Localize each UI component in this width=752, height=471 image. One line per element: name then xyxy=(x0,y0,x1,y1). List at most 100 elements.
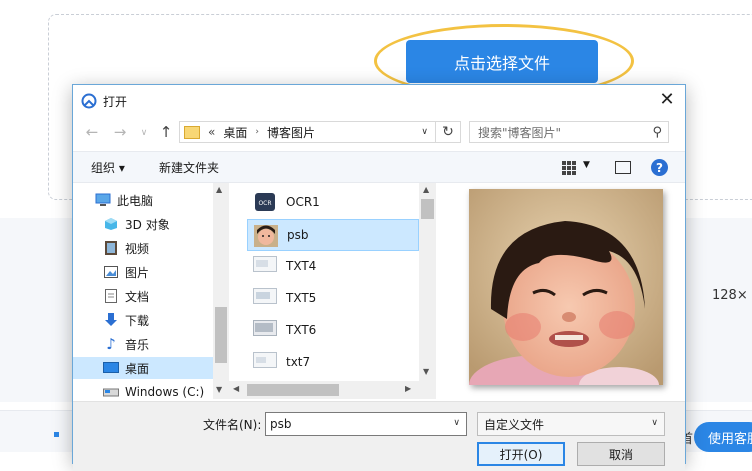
nav-item-music[interactable]: ♪ 音乐 xyxy=(73,333,213,355)
nav-item-windows-c[interactable]: Windows (C:) xyxy=(73,381,213,399)
file-item-txt6[interactable]: TXT6 xyxy=(247,315,417,345)
dialog-app-icon xyxy=(81,93,97,109)
file-name: OCR1 xyxy=(286,195,320,209)
scroll-right-icon[interactable]: ▶ xyxy=(405,384,411,393)
chevron-down-icon[interactable]: ∨ xyxy=(453,418,460,428)
file-name: txt7 xyxy=(286,355,311,369)
chevron-down-icon[interactable]: ∨ xyxy=(651,418,658,428)
3d-objects-icon xyxy=(103,216,119,232)
computer-icon xyxy=(95,192,111,208)
download-icon xyxy=(103,312,119,328)
desktop-icon xyxy=(103,360,119,376)
nav-item-3d-objects[interactable]: 3D 对象 xyxy=(73,213,213,235)
open-file-dialog: 打开 ✕ ← → ∨ ↑ « 桌面 › 博客图片 ∨ ↻ 搜索"博客图片" ⚲ … xyxy=(72,84,686,471)
nav-item-this-pc[interactable]: 此电脑 xyxy=(73,189,213,211)
file-name: psb xyxy=(287,228,309,242)
ocr-thumb-icon: OCR xyxy=(253,192,277,212)
scrollbar-corner xyxy=(419,381,436,399)
file-list-horizontal-scrollbar[interactable]: ◀ ▶ xyxy=(229,381,419,399)
filename-value: psb xyxy=(270,417,292,431)
view-dropdown-icon[interactable]: ▼ xyxy=(583,160,590,170)
scroll-thumb[interactable] xyxy=(421,199,434,219)
nav-item-downloads[interactable]: 下载 xyxy=(73,309,213,331)
nav-item-label: Windows (C:) xyxy=(125,385,205,399)
music-icon: ♪ xyxy=(106,335,116,353)
scroll-down-icon[interactable]: ▼ xyxy=(216,385,222,394)
nav-item-label: 视频 xyxy=(125,241,150,256)
documents-icon xyxy=(103,288,119,304)
pictures-icon xyxy=(103,264,119,280)
file-list: OCR OCR1 psb TXT4 TXT5 TXT6 txt7 xyxy=(243,183,437,399)
breadcrumb-blog-images[interactable]: 博客图片 xyxy=(267,124,315,141)
address-dropdown-icon[interactable]: ∨ xyxy=(421,127,428,137)
folder-icon xyxy=(184,125,200,139)
forward-arrow-icon[interactable]: → xyxy=(111,123,129,141)
nav-item-label: 音乐 xyxy=(125,337,150,352)
breadcrumb-overflow[interactable]: « xyxy=(208,125,215,139)
search-icon: ⚲ xyxy=(652,125,662,140)
file-item-txt5[interactable]: TXT5 xyxy=(247,283,417,313)
preview-image xyxy=(469,189,663,385)
file-name: TXT5 xyxy=(286,291,317,305)
up-arrow-icon[interactable]: ↑ xyxy=(157,123,175,141)
nav-item-desktop[interactable]: 桌面 xyxy=(73,357,213,379)
dialog-title: 打开 xyxy=(103,95,128,109)
scroll-thumb[interactable] xyxy=(247,384,339,396)
organize-button[interactable]: 组织 ▾ xyxy=(91,159,125,176)
filename-input[interactable]: psb ∨ xyxy=(265,412,467,436)
nav-scrollbar[interactable]: ▲ ▼ xyxy=(213,183,229,399)
nav-item-label: 下载 xyxy=(125,313,150,328)
preview-pane-icon[interactable] xyxy=(615,161,631,174)
scroll-down-icon[interactable]: ▼ xyxy=(423,367,429,376)
nav-item-label: 桌面 xyxy=(125,361,150,376)
image-thumb-icon xyxy=(253,352,277,372)
help-icon[interactable]: ? xyxy=(651,159,668,176)
scroll-up-icon[interactable]: ▲ xyxy=(216,185,222,194)
image-thumb-icon xyxy=(253,256,277,276)
search-input[interactable]: 搜索"博客图片" ⚲ xyxy=(469,121,669,143)
drive-icon xyxy=(103,384,119,399)
filename-label: 文件名(N): xyxy=(203,418,262,432)
back-arrow-icon[interactable]: ← xyxy=(83,123,101,141)
scroll-thumb[interactable] xyxy=(215,307,227,363)
nav-item-label: 图片 xyxy=(125,265,150,280)
command-toolbar: 组织 ▾ 新建文件夹 ▼ ? xyxy=(73,151,685,183)
image-thumb-icon xyxy=(253,288,277,308)
cancel-button[interactable]: 取消 xyxy=(577,442,665,466)
open-button[interactable]: 打开(O) xyxy=(477,442,565,466)
nav-item-pictures[interactable]: 图片 xyxy=(73,261,213,283)
file-list-vertical-scrollbar[interactable]: ▲ ▼ xyxy=(419,183,436,381)
image-thumb-icon xyxy=(253,320,277,340)
breadcrumb-separator-icon: › xyxy=(255,127,259,137)
select-file-button[interactable]: 点击选择文件 xyxy=(406,40,598,83)
file-item-txt7[interactable]: txt7 xyxy=(247,347,417,377)
file-name: TXT4 xyxy=(286,259,317,273)
view-options-icon[interactable] xyxy=(561,160,577,176)
face-thumb-icon xyxy=(254,225,278,247)
nav-item-label: 3D 对象 xyxy=(125,217,170,232)
use-service-button[interactable]: 使用客服 xyxy=(694,422,752,452)
navigation-pane: 此电脑 3D 对象 视频 图片 文档 下载 ♪ 音乐 桌面 Windows (C… xyxy=(73,183,229,399)
nav-item-label: 文档 xyxy=(125,289,150,304)
nav-item-documents[interactable]: 文档 xyxy=(73,285,213,307)
file-item-txt4[interactable]: TXT4 xyxy=(247,251,417,281)
search-placeholder: 搜索"博客图片" xyxy=(478,125,562,140)
breadcrumb-desktop[interactable]: 桌面 xyxy=(223,124,247,141)
video-icon xyxy=(103,240,119,256)
address-bar[interactable]: « 桌面 › 博客图片 ∨ xyxy=(179,121,461,143)
nav-item-label: 此电脑 xyxy=(117,193,154,208)
filetype-value: 自定义文件 xyxy=(484,417,545,432)
close-icon[interactable]: ✕ xyxy=(659,91,675,109)
file-item-psb[interactable]: psb xyxy=(247,219,419,251)
file-name: TXT6 xyxy=(286,323,317,337)
recent-dropdown-icon[interactable]: ∨ xyxy=(135,124,153,142)
bottom-panel: 文件名(N): psb ∨ 自定义文件 ∨ 打开(O) 取消 xyxy=(73,401,685,471)
svg-text:OCR: OCR xyxy=(258,200,271,207)
scroll-up-icon[interactable]: ▲ xyxy=(423,185,429,194)
refresh-icon[interactable]: ↻ xyxy=(435,121,461,143)
file-item-ocr1[interactable]: OCR OCR1 xyxy=(247,187,417,217)
scroll-left-icon[interactable]: ◀ xyxy=(233,384,239,393)
nav-item-videos[interactable]: 视频 xyxy=(73,237,213,259)
new-folder-button[interactable]: 新建文件夹 xyxy=(159,159,219,176)
filetype-select[interactable]: 自定义文件 ∨ xyxy=(477,412,665,436)
